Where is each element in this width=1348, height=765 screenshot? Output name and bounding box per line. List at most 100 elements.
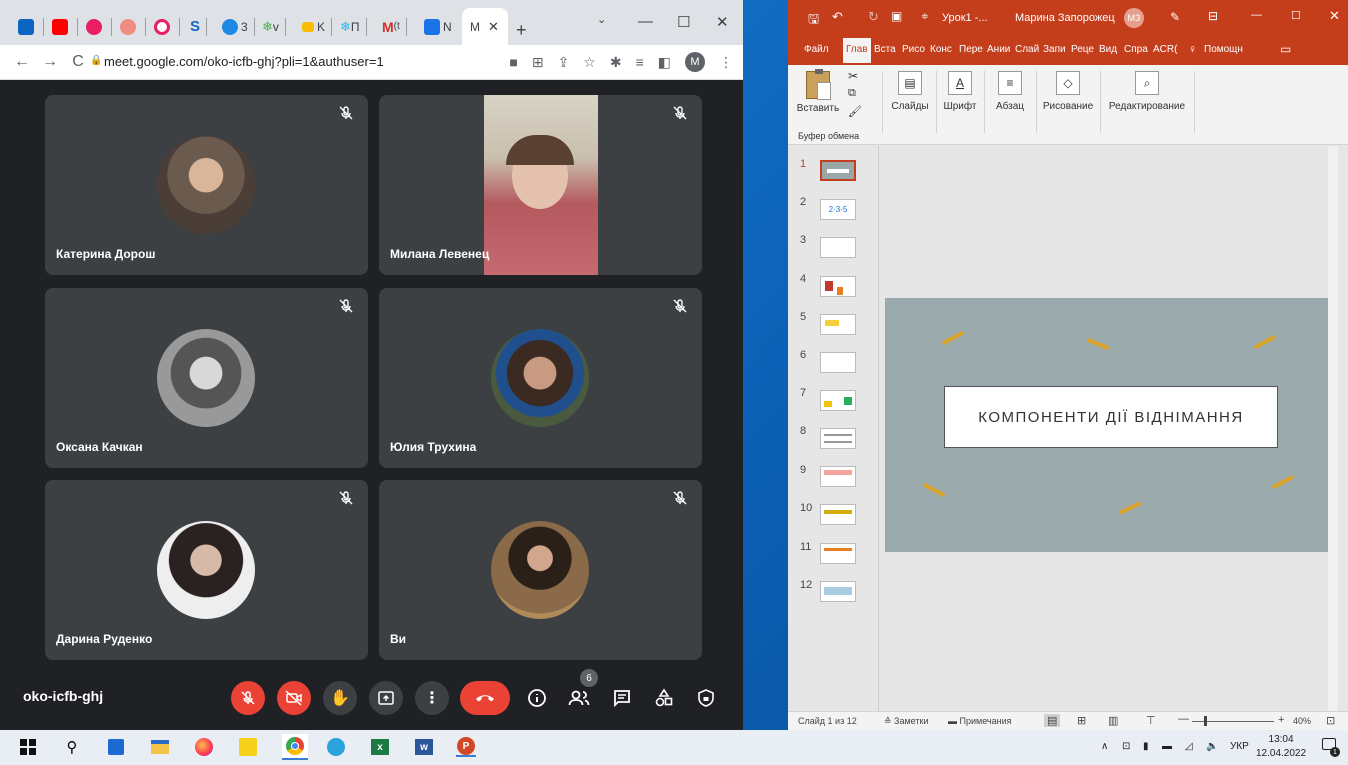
slide-thumbnail[interactable] [820, 390, 856, 411]
editing-button[interactable]: ⌕ Редактирование [1104, 71, 1190, 112]
taskbar-telegram[interactable] [326, 737, 346, 757]
tab-youtube[interactable] [52, 8, 84, 45]
tab-s[interactable]: S [190, 8, 213, 45]
tab-v[interactable]: ❄ v [262, 8, 292, 45]
taskbar-explorer[interactable] [150, 737, 170, 757]
url-field[interactable]: meet.google.com/oko-icfb-ghj?pli=1&authu… [104, 54, 384, 69]
minimize-button[interactable]: — [638, 13, 653, 30]
zoom-in-button[interactable]: + [1278, 714, 1284, 726]
slide-thumbnail[interactable] [820, 428, 856, 449]
tab-file[interactable]: Файл [804, 44, 829, 55]
copy-icon[interactable]: ⧉ [848, 87, 856, 100]
tab-slideshow[interactable]: Слай [1015, 44, 1039, 55]
paste-button[interactable]: Вставить [796, 69, 840, 114]
taskbar-powerpoint[interactable]: P [456, 737, 476, 757]
slide-thumbnail[interactable] [820, 543, 856, 564]
battery-icon[interactable]: ▬ [1162, 741, 1172, 752]
tab-animations[interactable]: Ании [987, 44, 1010, 55]
host-controls-button[interactable] [695, 687, 717, 709]
participant-tile[interactable]: Юлия Трухина [379, 288, 702, 468]
comments-icon[interactable]: ▭ [1280, 42, 1291, 56]
tab-app-2[interactable] [154, 8, 186, 45]
tab-search-icon[interactable]: ⌄ [597, 13, 606, 26]
mic-toggle-button[interactable] [231, 681, 265, 715]
tab-transitions[interactable]: Пере [959, 44, 983, 55]
slide-thumbnail[interactable] [820, 504, 856, 525]
tray-chevron-icon[interactable]: ∧ [1101, 741, 1108, 752]
designer-icon[interactable]: ✎ [1170, 10, 1180, 24]
slides-button[interactable]: ▤ Слайды [888, 71, 932, 112]
taskbar-excel[interactable]: x [370, 737, 390, 757]
user-avatar[interactable]: МЗ [1124, 8, 1144, 28]
notes-button[interactable]: ≙ Заметки [884, 716, 928, 727]
star-icon[interactable]: ☆ [583, 54, 596, 71]
side-panel-icon[interactable]: ◧ [658, 54, 671, 71]
share-icon[interactable]: ⇪ [558, 54, 570, 71]
tab-linkedin[interactable] [18, 8, 50, 45]
more-options-button[interactable]: ⋮ [415, 681, 449, 715]
activities-button[interactable] [653, 687, 675, 709]
slideshow-icon[interactable]: ⊤ [1146, 714, 1156, 727]
participants-button[interactable] [568, 687, 590, 709]
menu-icon[interactable]: ⋮ [719, 54, 733, 71]
tab-view[interactable]: Вид [1099, 44, 1117, 55]
slide-title[interactable]: КОМПОНЕНТИ ДІЇ ВІДНІМАННЯ [944, 386, 1278, 448]
chat-button[interactable] [611, 687, 633, 709]
slide-thumbnail[interactable] [820, 352, 856, 373]
comments-button[interactable]: ▬ Примечания [948, 716, 1011, 726]
leave-call-button[interactable] [460, 681, 510, 715]
slide-thumbnail[interactable] [820, 237, 856, 258]
reading-list-icon[interactable]: ≡ [636, 54, 644, 70]
slide-sorter-icon[interactable]: ⊞ [1077, 714, 1086, 727]
reading-view-icon[interactable]: ▥ [1108, 714, 1118, 727]
profile-avatar[interactable]: M [685, 52, 705, 72]
start-button[interactable] [18, 737, 38, 757]
drawing-button[interactable]: ◇ Рисование [1040, 71, 1096, 112]
taskbar-word[interactable]: w [414, 737, 434, 757]
tab-app[interactable] [86, 8, 118, 45]
ribbon-display-icon[interactable]: ⊟ [1208, 9, 1218, 23]
present-button[interactable] [369, 681, 403, 715]
slide-thumbnail[interactable] [820, 160, 856, 181]
slide-thumbnail[interactable] [820, 581, 856, 602]
taskbar-chrome[interactable] [282, 734, 308, 760]
taskbar-paint[interactable] [238, 737, 258, 757]
wifi-icon[interactable]: ◿ [1185, 741, 1193, 752]
reload-icon[interactable]: C [64, 53, 92, 71]
paragraph-button[interactable]: ≡ Абзац [988, 71, 1032, 112]
tray-app-icon[interactable]: ⊡ [1122, 741, 1130, 752]
camera-toggle-button[interactable] [277, 681, 311, 715]
quick-access-icon[interactable]: ≑ [921, 11, 929, 22]
zoom-level[interactable]: 40% [1293, 716, 1311, 726]
tab-home[interactable]: Глав [843, 38, 871, 63]
taskbar-firefox[interactable] [194, 737, 214, 757]
ppt-minimize-button[interactable]: — [1251, 9, 1262, 21]
tab-review[interactable]: Реце [1071, 44, 1094, 55]
tray-mic-icon[interactable]: ▮ [1143, 741, 1149, 752]
font-button[interactable]: A Шрифт [940, 71, 980, 112]
slide-thumbnail[interactable] [820, 276, 856, 297]
tab-3[interactable]: 3 [222, 8, 261, 45]
tab-draw[interactable]: Рисо [902, 44, 925, 55]
tab-acrobat[interactable]: ACR( [1153, 44, 1177, 55]
participant-tile[interactable]: Катерина Дорош [45, 95, 368, 275]
back-icon[interactable]: ← [8, 53, 36, 71]
participant-tile[interactable]: Милана Левенец [379, 95, 702, 275]
forward-icon[interactable]: → [36, 53, 64, 71]
clock[interactable]: 13:04 12.04.2022 [1256, 733, 1306, 761]
save-icon[interactable]: 🖫 [808, 10, 819, 32]
volume-icon[interactable]: 🔈 [1206, 741, 1218, 752]
meeting-details-button[interactable] [526, 687, 548, 709]
extensions-icon[interactable]: ✱ [610, 54, 622, 71]
search-button[interactable]: ⚲ [62, 737, 82, 757]
cut-icon[interactable]: ✂ [848, 69, 858, 83]
tab-tell-me[interactable]: Помощн [1204, 44, 1243, 55]
tab-k[interactable]: K [302, 8, 338, 45]
fit-slide-icon[interactable]: ⊡ [1326, 714, 1335, 727]
taskbar-app[interactable] [106, 737, 126, 757]
current-slide[interactable]: КОМПОНЕНТИ ДІЇ ВІДНІМАННЯ [885, 298, 1338, 552]
close-tab-icon[interactable]: ✕ [488, 19, 499, 35]
tab-design[interactable]: Конс [930, 44, 952, 55]
participant-tile[interactable]: Ви [379, 480, 702, 660]
notifications-button[interactable]: 1 [1322, 738, 1340, 757]
